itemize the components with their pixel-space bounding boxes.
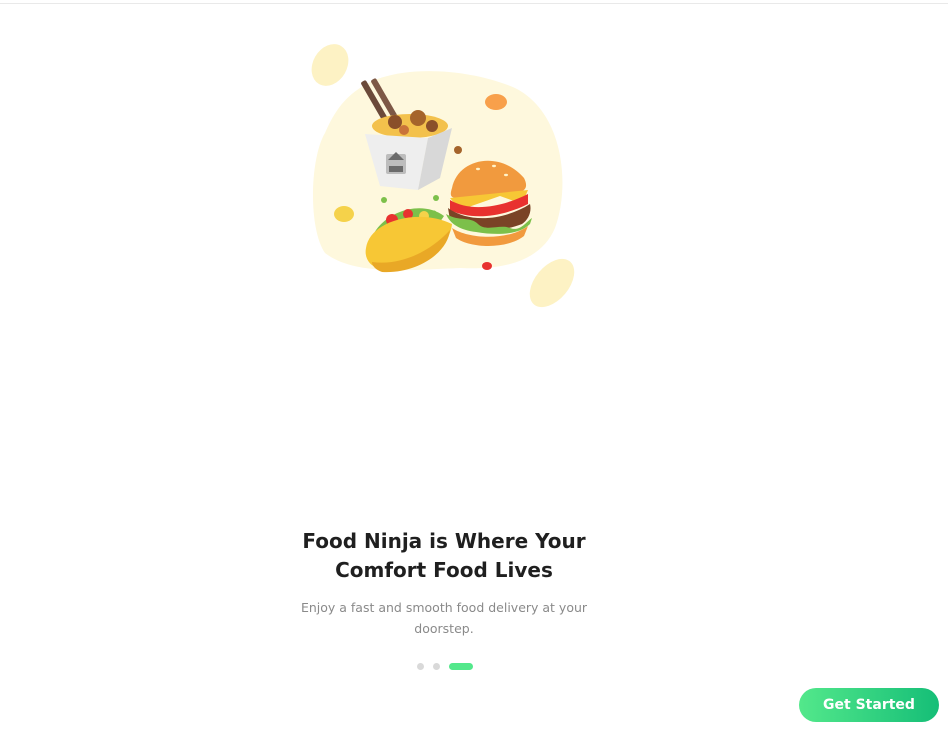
food-illustration xyxy=(300,38,590,316)
decor-red-dot xyxy=(482,262,492,270)
top-divider xyxy=(0,3,948,4)
decor-leaf-top xyxy=(311,44,349,86)
decor-orange-dot xyxy=(485,94,507,110)
page-title: Food Ninja is Where Your Comfort Food Li… xyxy=(302,529,586,582)
page-indicator xyxy=(417,663,473,670)
decor-yellow-dot xyxy=(334,206,354,222)
page-dot-active[interactable] xyxy=(449,663,473,670)
get-started-button[interactable]: Get Started xyxy=(799,688,939,722)
page-dot[interactable] xyxy=(417,663,424,670)
page-description: Enjoy a fast and smooth food delivery at… xyxy=(300,600,588,636)
page-dot[interactable] xyxy=(433,663,440,670)
decor-leaf-bottom xyxy=(529,258,575,308)
